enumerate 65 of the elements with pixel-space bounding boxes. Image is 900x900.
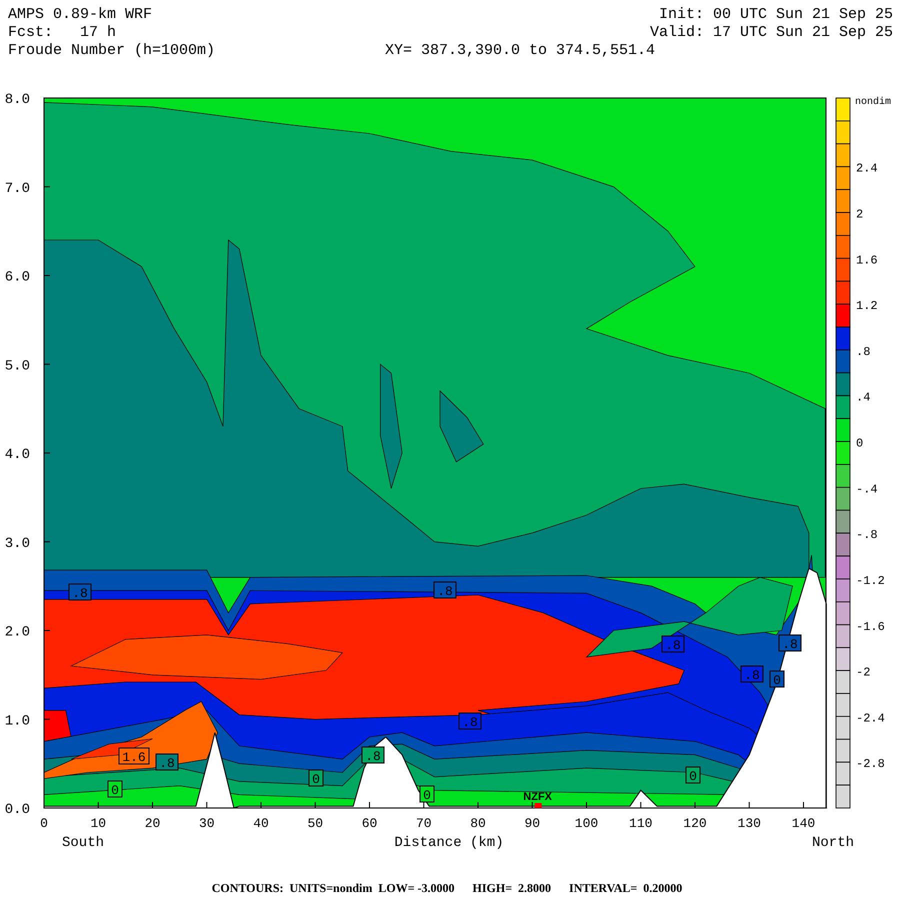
y-tick-label: 7.0 <box>4 180 30 197</box>
x-tick-label: 90 <box>524 816 540 831</box>
y-tick-label: 3.0 <box>4 536 30 552</box>
x-tick-label: 0 <box>40 816 48 831</box>
colorbar-label: .4 <box>856 390 870 405</box>
x-tick-label: 140 <box>792 816 816 831</box>
contour-label: .8 <box>159 756 175 771</box>
cross-section-coordinates: XY= 387.3,390.0 to 374.5,551.4 <box>385 42 656 59</box>
contour-label: 1.6 <box>122 750 146 765</box>
x-tick-label: 110 <box>629 816 652 831</box>
contour-label: 0 <box>111 783 119 798</box>
colorbar-label: 0 <box>856 436 864 451</box>
contour-label: .8 <box>72 586 88 601</box>
station-marker <box>534 803 542 808</box>
x-tick-label: 70 <box>416 816 432 831</box>
contour-label: .8 <box>365 749 381 764</box>
south-label: South <box>62 835 104 851</box>
valid-time: Valid: 17 UTC Sun 21 Sep 25 <box>650 24 893 41</box>
colorbar-label: 1.6 <box>856 253 878 268</box>
contour-label: .8 <box>744 668 760 683</box>
contour-label: 0 <box>423 788 431 803</box>
x-tick-label: 10 <box>90 816 106 831</box>
colorbar-label: 2 <box>856 208 864 222</box>
contour-summary: CONTOURS: UNITS=nondim LOW= -3.0000 HIGH= 2.8000 INTERVAL= 0.20000 <box>212 881 682 895</box>
colorbar-label: 2.4 <box>856 162 878 176</box>
x-tick-label: 30 <box>198 816 215 831</box>
forecast-hour: Fcst: 17 h <box>8 24 116 41</box>
x-axis-title: Distance (km) <box>394 835 504 851</box>
contour-label: .8 <box>462 715 478 730</box>
colorbar-label: -.4 <box>856 482 878 496</box>
init-time: Init: 00 UTC Sun 21 Sep 25 <box>658 6 893 23</box>
field-title: Froude Number (h=1000m) <box>8 42 216 59</box>
x-tick-label: 50 <box>307 816 324 831</box>
station-label: NZFX <box>523 791 552 803</box>
colorbar-label: -2 <box>856 666 870 680</box>
north-label: North <box>812 835 854 851</box>
colorbar-label: -.8 <box>856 528 878 542</box>
contour-label: .8 <box>437 584 453 599</box>
contour-label: 0 <box>312 772 320 787</box>
y-tick-label: 4.0 <box>4 447 30 463</box>
y-tick-label: 1.0 <box>4 713 30 730</box>
model-title: AMPS 0.89-km WRF <box>8 6 152 23</box>
x-tick-label: 120 <box>683 816 707 831</box>
colorbar-label: -2.4 <box>856 711 885 726</box>
y-tick-label: 5.0 <box>4 358 30 374</box>
contour-label: 0 <box>773 673 781 688</box>
x-tick-label: 40 <box>253 816 269 831</box>
x-tick-label: 60 <box>362 816 378 831</box>
colorbar-label: 1.2 <box>856 299 878 314</box>
y-tick-label: 0.0 <box>4 802 30 818</box>
colorbar-label: -2.8 <box>856 757 885 772</box>
colorbar-units: nondim <box>855 97 892 108</box>
colorbar-label: -1.2 <box>856 574 885 588</box>
x-tick-label: 100 <box>574 816 598 831</box>
y-tick-label: 6.0 <box>4 270 30 286</box>
y-tick-label: 2.0 <box>4 624 30 640</box>
colorbar-label: .8 <box>856 344 870 359</box>
contour-label: 0 <box>689 769 697 784</box>
contour-label: .8 <box>782 637 798 652</box>
colorbar-label: -1.6 <box>856 620 885 634</box>
contour-label: .8 <box>665 638 681 653</box>
x-tick-label: 20 <box>144 816 160 831</box>
y-tick-label: 8.0 <box>4 92 30 108</box>
x-tick-label: 80 <box>470 816 486 831</box>
x-tick-label: 130 <box>738 816 761 831</box>
